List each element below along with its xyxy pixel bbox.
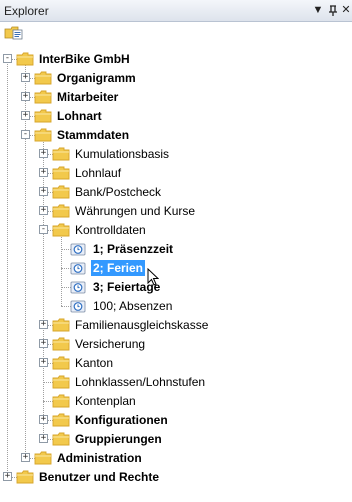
tree-node[interactable]: + Familienausgleichskasse xyxy=(0,316,352,335)
expand-icon[interactable]: + xyxy=(39,187,48,196)
folder-icon xyxy=(52,185,70,199)
expand-icon[interactable]: + xyxy=(39,415,48,424)
tree-node[interactable]: + Benutzer und Rechte xyxy=(0,468,352,487)
expand-icon[interactable]: + xyxy=(39,434,48,443)
tree-node-label: Lohnklassen/Lohnstufen xyxy=(75,375,206,389)
tree-node-label: Kanton xyxy=(75,356,114,370)
tree-node-label: Mitarbeiter xyxy=(57,90,119,104)
folder-icon xyxy=(52,337,70,351)
folder-icon xyxy=(16,52,34,66)
tree-node-label: Lohnart xyxy=(57,109,102,123)
tree-node-label: InterBike GmbH xyxy=(39,52,130,66)
tree-node[interactable]: 3; Feiertage xyxy=(0,278,352,297)
tree-node[interactable]: Lohnklassen/Lohnstufen xyxy=(0,373,352,392)
time-type-icon xyxy=(70,298,86,314)
tree-node-label: Benutzer und Rechte xyxy=(39,470,160,484)
tree-node-label: Bank/Postcheck xyxy=(75,185,162,199)
tree-node-label: Gruppierungen xyxy=(75,432,162,446)
expand-icon[interactable]: + xyxy=(21,73,30,82)
folder-icon xyxy=(52,375,70,389)
tree-node[interactable]: + Lohnlauf xyxy=(0,164,352,183)
pin-icon[interactable] xyxy=(326,3,340,18)
folder-icon xyxy=(52,394,70,408)
tree-node-label-selected: 2; Ferien xyxy=(91,260,146,276)
tree-node-label: Administration xyxy=(57,451,142,465)
folder-icon xyxy=(52,413,70,427)
panel-title: Explorer xyxy=(4,4,49,18)
folder-icon xyxy=(34,71,52,85)
time-type-icon xyxy=(70,279,86,295)
tree-node[interactable]: + Währungen und Kurse xyxy=(0,202,352,221)
expand-icon[interactable]: + xyxy=(39,149,48,158)
tree-node[interactable]: - Kontrolldaten xyxy=(0,221,352,240)
collapse-icon[interactable]: - xyxy=(39,225,48,234)
mouse-cursor-icon xyxy=(147,268,159,286)
folder-icon xyxy=(52,223,70,237)
dropdown-arrow-icon[interactable]: ▼ xyxy=(311,3,325,18)
tree-node-label: Kontrolldaten xyxy=(75,223,146,237)
tree-node[interactable]: + Versicherung xyxy=(0,335,352,354)
expand-icon[interactable]: + xyxy=(3,472,12,481)
tree-node[interactable]: + Lohnart xyxy=(0,107,352,126)
tree-node-label: 1; Präsenzzeit xyxy=(93,242,174,256)
folder-icon xyxy=(52,432,70,446)
tree-node-label: 100; Absenzen xyxy=(93,299,173,313)
tree-node[interactable]: + Organigramm xyxy=(0,69,352,88)
time-type-icon xyxy=(70,260,86,276)
expand-icon[interactable]: + xyxy=(39,339,48,348)
folder-icon xyxy=(34,451,52,465)
expand-icon[interactable]: + xyxy=(39,168,48,177)
close-icon[interactable]: ✕ xyxy=(339,3,352,18)
folder-icon xyxy=(34,128,52,142)
tree-node-label: Währungen und Kurse xyxy=(75,204,196,218)
tree-node[interactable]: - Stammdaten xyxy=(0,126,352,145)
explorer-toolbar xyxy=(0,22,352,44)
expand-icon[interactable]: + xyxy=(21,111,30,120)
folder-icon xyxy=(52,204,70,218)
tree-node-label: Familienausgleichskasse xyxy=(75,318,209,332)
tree-node[interactable]: + Mitarbeiter xyxy=(0,88,352,107)
tree-node-label: Kontenplan xyxy=(75,394,136,408)
tree-node[interactable]: + Kumulationsbasis xyxy=(0,145,352,164)
expand-icon[interactable]: + xyxy=(21,92,30,101)
expand-icon[interactable]: + xyxy=(39,320,48,329)
folder-icon xyxy=(52,318,70,332)
folder-icon xyxy=(34,109,52,123)
tree-node-label: Konfigurationen xyxy=(75,413,168,427)
tree-node[interactable]: + Gruppierungen xyxy=(0,430,352,449)
expand-icon[interactable]: + xyxy=(39,358,48,367)
folder-icon xyxy=(52,356,70,370)
tree-node[interactable]: Kontenplan xyxy=(0,392,352,411)
tree-node[interactable]: - InterBike GmbH xyxy=(0,50,352,69)
tree-node[interactable]: 100; Absenzen xyxy=(0,297,352,316)
folder-properties-icon[interactable] xyxy=(4,25,24,41)
tree-node[interactable]: + Kanton xyxy=(0,354,352,373)
explorer-tree: - InterBike GmbH + Organigramm + Mitarbeit… xyxy=(0,50,352,502)
tree-node[interactable]: + Konfigurationen xyxy=(0,411,352,430)
tree-node[interactable]: 2; Ferien xyxy=(0,259,352,278)
tree-node-label: Kumulationsbasis xyxy=(75,147,170,161)
tree-node[interactable]: + Administration xyxy=(0,449,352,468)
tree-node-label: Stammdaten xyxy=(57,128,130,142)
folder-icon xyxy=(52,147,70,161)
expand-icon[interactable]: + xyxy=(39,206,48,215)
time-type-icon xyxy=(70,241,86,257)
tree-node-label: Versicherung xyxy=(75,337,146,351)
tree-node[interactable]: 1; Präsenzzeit xyxy=(0,240,352,259)
folder-icon xyxy=(16,470,34,484)
tree-node-label: Lohnlauf xyxy=(75,166,122,180)
folder-icon xyxy=(34,90,52,104)
panel-titlebar: Explorer ▼ ✕ xyxy=(0,0,352,22)
tree-node[interactable]: + Bank/Postcheck xyxy=(0,183,352,202)
collapse-icon[interactable]: - xyxy=(21,130,30,139)
expand-icon[interactable]: + xyxy=(21,453,30,462)
collapse-icon[interactable]: - xyxy=(3,54,12,63)
tree-node-label: Organigramm xyxy=(57,71,136,85)
folder-icon xyxy=(52,166,70,180)
